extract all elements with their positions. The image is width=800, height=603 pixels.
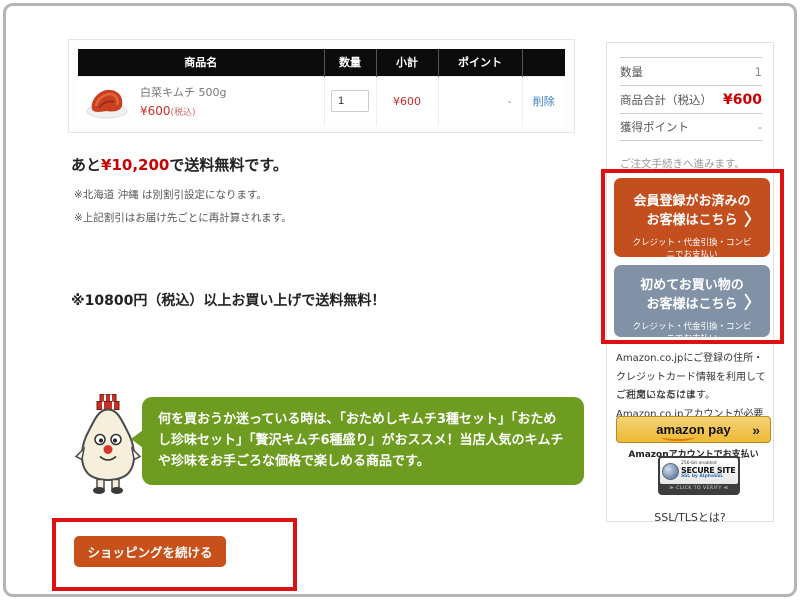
globe-icon: [662, 463, 679, 480]
product-price-amount: ¥600: [140, 104, 171, 118]
header-quantity: 数量: [324, 49, 376, 76]
ssl-secure-site-badge[interactable]: 256-bit enabled SECURE SITE SSL by Alpha…: [658, 456, 740, 495]
cart-table-header-row: 商品名 数量 小計 ポイント: [78, 49, 565, 76]
free-shipping-headline: あと¥10,200で送料無料です。: [71, 154, 288, 175]
summary-row-total: 商品合計（税込） ¥600: [620, 85, 762, 113]
first-time-button-subtitle: クレジット・代金引換・コンビニでお支払い: [614, 320, 770, 346]
product-price: ¥600(税込): [140, 104, 226, 118]
cart-table-container: 商品名 数量 小計 ポイント: [68, 39, 575, 133]
amazon-smile-icon: [661, 433, 695, 441]
chevron-right-icon: 〉: [744, 205, 761, 230]
ssl-badge-line3: SSL by AlphaSSL: [681, 475, 735, 480]
item-points: -: [438, 76, 522, 126]
headline-prefix: あと: [71, 156, 101, 174]
amazon-pay-button[interactable]: amazon pay »: [616, 416, 771, 443]
product-name: 白菜キムチ 500g: [140, 84, 226, 100]
quantity-input[interactable]: [331, 90, 369, 112]
shipping-note-hokkaido: ※北海道 沖縄 は別割引設定になります。: [74, 187, 267, 202]
item-subtotal: ¥600: [376, 76, 438, 126]
headline-amount: ¥10,200: [101, 156, 169, 174]
header-product-name: 商品名: [78, 49, 324, 76]
summary-label: 商品合計（税込）: [620, 92, 712, 108]
header-actions: [522, 49, 565, 76]
summary-label: 数量: [620, 64, 643, 80]
cart-table: 商品名 数量 小計 ポイント: [78, 49, 565, 126]
summary-total-value: ¥600: [723, 92, 762, 108]
cart-item-row: 白菜キムチ 500g ¥600(税込) ¥600 - 削除: [78, 76, 565, 126]
first-time-checkout-button[interactable]: 初めてお買い物の お客様はこちら クレジット・代金引換・コンビニでお支払い 〉: [614, 265, 770, 337]
shipping-note-recalc: ※上記割引はお届け先ごとに再計算されます。: [74, 210, 292, 225]
ssl-tls-info-link[interactable]: SSL/TLSとは?: [606, 509, 774, 525]
ssl-verify-label: ≫ CLICK TO VERIFY ≪: [660, 486, 738, 491]
summary-table: 数量 1 商品合計（税込） ¥600 獲得ポイント -: [620, 57, 762, 141]
summary-value: -: [758, 120, 762, 134]
member-button-subtitle: クレジット・代金引換・コンビニでお支払い: [614, 236, 770, 262]
proceed-note: ご注文手続きへ進みます。: [620, 156, 745, 171]
summary-value: 1: [755, 65, 762, 79]
header-subtotal: 小計: [376, 49, 438, 76]
headline-suffix: で送料無料です。: [169, 156, 288, 174]
member-checkout-button[interactable]: 会員登録がお済みの お客様はこちら クレジット・代金引換・コンビニでお支払い 〉: [614, 178, 770, 257]
continue-shopping-button[interactable]: ショッピングを続ける: [74, 536, 226, 567]
product-image-kimchi: [84, 82, 130, 120]
free-shipping-threshold-note: ※10800円（税込）以上お買い上げで送料無料！: [71, 290, 385, 310]
summary-label: 獲得ポイント: [620, 119, 689, 135]
double-chevron-right-icon: »: [752, 422, 760, 438]
ssl-badge-inner: 256-bit enabled SECURE SITE SSL by Alpha…: [660, 458, 738, 484]
summary-row-quantity: 数量 1: [620, 57, 762, 85]
page-frame: 商品名 数量 小計 ポイント: [3, 3, 797, 597]
recommendation-bubble: 何を買おうか迷っている時は、「おためしキムチ3種セット」「おためし珍味セット」「…: [142, 397, 584, 485]
header-points: ポイント: [438, 49, 522, 76]
delete-item-link[interactable]: 削除: [533, 95, 555, 108]
product-price-tax-label: (税込): [171, 108, 196, 118]
summary-row-points: 獲得ポイント -: [620, 113, 762, 141]
chevron-right-icon: 〉: [744, 289, 761, 314]
